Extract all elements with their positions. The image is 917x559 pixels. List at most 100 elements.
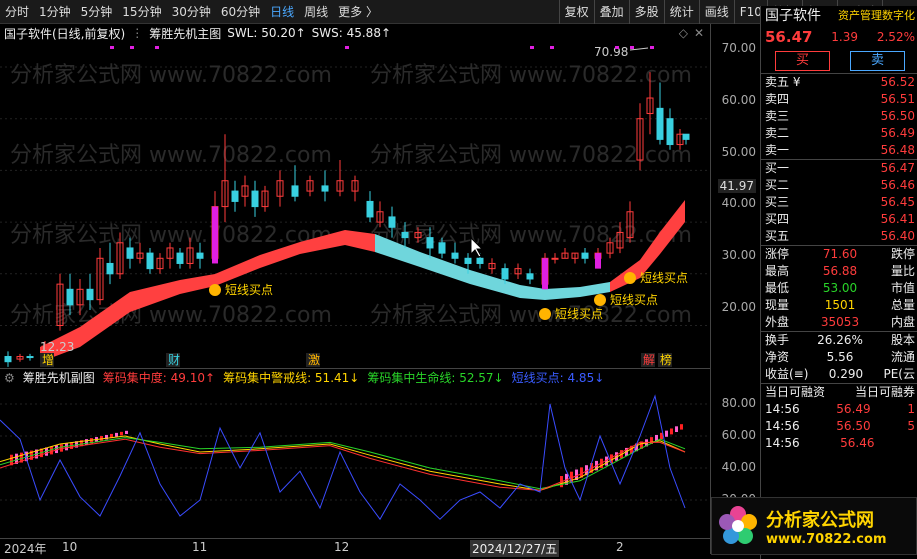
date-tick: 12: [334, 540, 350, 554]
tab-weekly[interactable]: 周线: [299, 0, 333, 24]
candle-body: [146, 252, 154, 270]
close-icon[interactable]: ✕: [694, 26, 704, 40]
tab-timeshare[interactable]: 分时: [0, 0, 34, 24]
date-tick: 2: [616, 540, 624, 554]
ask-row: 卖五 ¥56.52: [765, 75, 915, 89]
signal-dot: [530, 46, 534, 49]
candle-body: [126, 247, 134, 259]
chip-lifeline-value: 筹码集中生命线: 52.57↓: [367, 371, 504, 385]
candle-body: [321, 185, 329, 192]
tab-30min[interactable]: 30分钟: [167, 0, 216, 24]
candle-body: [666, 118, 674, 146]
bid-row: 买三 56.45: [765, 195, 915, 209]
sub-tick: 60.00: [721, 428, 756, 442]
sub-line: [0, 438, 686, 491]
price-tick: 70.00: [721, 41, 756, 55]
sub-chart-title: ⚙ 筹胜先机副图 筹码集中度: 49.10↑ 筹码集中警戒线: 51.41↓ 筹…: [0, 368, 710, 386]
diamond-icon[interactable]: ◇: [679, 26, 688, 40]
multi-stock-button[interactable]: 多股: [628, 0, 664, 24]
sub-bar: [680, 424, 683, 430]
candle-body: [401, 231, 409, 239]
margin-header: 当日可融资 当日可融券: [765, 385, 915, 399]
date-axis: 2024年 10 11 12 2024/12/27/五 2: [0, 538, 710, 557]
stat-row: 收益(≡) 0.290 PE(云: [765, 367, 915, 381]
overlay-button[interactable]: 叠加: [593, 0, 629, 24]
quote-concept: 资产管理数字化: [838, 9, 915, 22]
stat-row: 现量 1501 总量: [765, 298, 915, 312]
crosshair-date-tag: 2024/12/27/五: [470, 540, 560, 557]
candle-body: [426, 237, 434, 249]
main-indicator-name[interactable]: 筹胜先机主图: [149, 25, 221, 42]
signal-dot: [130, 46, 134, 49]
site-logo: 分析家公式网 www.70822.com: [711, 497, 917, 555]
ask-row: 卖三 56.50: [765, 109, 915, 123]
signal-dot: [550, 46, 554, 49]
tick-row: 14:56 56.49 1: [765, 402, 915, 416]
signal-dot: [345, 46, 349, 49]
candle-body: [656, 107, 664, 140]
quote-stock-name: 国子软件: [765, 8, 821, 24]
signal-bar: [542, 258, 548, 290]
buy-point-label: 短线买点: [640, 271, 688, 285]
sub-bar: [670, 428, 673, 435]
quote-change-pct: 2.52%: [876, 30, 915, 44]
candle-body: [176, 252, 184, 264]
stat-row: 换手 26.26% 股本: [765, 333, 915, 347]
tab-5min[interactable]: 5分钟: [76, 0, 118, 24]
settings-icon[interactable]: ⚙: [4, 371, 15, 385]
sub-bar: [85, 439, 88, 445]
tab-60min[interactable]: 60分钟: [216, 0, 265, 24]
sub-line: [0, 437, 686, 490]
stats-list-2: 换手 26.26% 股本 净资 5.56 流通 收益(≡) 0.290 PE(云: [761, 332, 917, 384]
ask-row: 卖一 56.48: [765, 143, 915, 157]
candle-body: [464, 257, 472, 264]
candle-body: [682, 133, 690, 140]
dots-icon: ⋮: [131, 26, 144, 40]
candle-body: [26, 356, 34, 359]
sub-tick: 40.00: [721, 460, 756, 474]
bid-row: 买四 56.41: [765, 212, 915, 226]
signal-bar: [212, 206, 218, 264]
candle-body: [526, 273, 534, 280]
price-tick: 40.00: [721, 196, 756, 210]
buy-point-icon: [594, 294, 606, 306]
tab-daily[interactable]: 日线: [265, 0, 299, 24]
watermark-text: 分析家公式网 www.70822.com: [10, 303, 332, 328]
sell-button[interactable]: 卖: [850, 50, 905, 71]
date-tick: 2024年: [4, 542, 47, 556]
sub-bar: [115, 432, 118, 437]
tab-1min[interactable]: 1分钟: [34, 0, 76, 24]
buy-point-icon: [209, 284, 221, 296]
tab-more[interactable]: 更多 〉: [333, 0, 383, 24]
candle-body: [366, 200, 374, 218]
sub-bar: [665, 430, 668, 437]
price-tick: 30.00: [721, 248, 756, 262]
stat-row: 最低 53.00 市值: [765, 281, 915, 295]
main-chart-title: 国子软件(日线,前复权) ⋮ 筹胜先机主图 SWL: 50.20↑ SWS: 4…: [0, 24, 710, 42]
watermark-text: 分析家公式网 www.70822.com: [10, 223, 332, 248]
sub-indicator-name[interactable]: 筹胜先机副图: [23, 369, 95, 386]
stat-row: 外盘 35053 内盘: [765, 315, 915, 329]
candle-body: [231, 190, 239, 202]
date-tick: 10: [62, 540, 78, 554]
marker-label: 解: [643, 353, 655, 367]
signal-dot: [110, 46, 114, 49]
short-buy-value: 短线买点: 4.85↓: [511, 371, 605, 385]
tab-15min[interactable]: 15分钟: [117, 0, 166, 24]
sub-bar: [125, 430, 128, 434]
price-tick: 20.00: [721, 300, 756, 314]
buy-point-icon: [539, 308, 551, 320]
stats-button[interactable]: 统计: [663, 0, 699, 24]
quote-last-price: 56.47: [765, 28, 813, 46]
sub-indicator-chart[interactable]: [0, 386, 710, 538]
draw-line-button[interactable]: 画线: [698, 0, 734, 24]
tick-list: 14:56 56.49 1 14:56 56.50 5 14:56 56.46: [761, 401, 917, 452]
quote-change: 1.39: [831, 30, 859, 44]
main-kline-chart[interactable]: 分析家公式网 www.70822.com 分析家公式网 www.70822.com…: [0, 42, 710, 367]
bid-row: 买五 56.40: [765, 229, 915, 243]
stats-list: 涨停 71.60 跌停 最高 56.88 量比 最低 53.00 市值 现量 1501 总量 外盘 350…: [761, 246, 917, 332]
restore-rights-button[interactable]: 复权: [558, 0, 594, 24]
candle-body: [291, 185, 299, 197]
buy-point-icon: [624, 272, 636, 284]
buy-button[interactable]: 买: [775, 50, 830, 71]
